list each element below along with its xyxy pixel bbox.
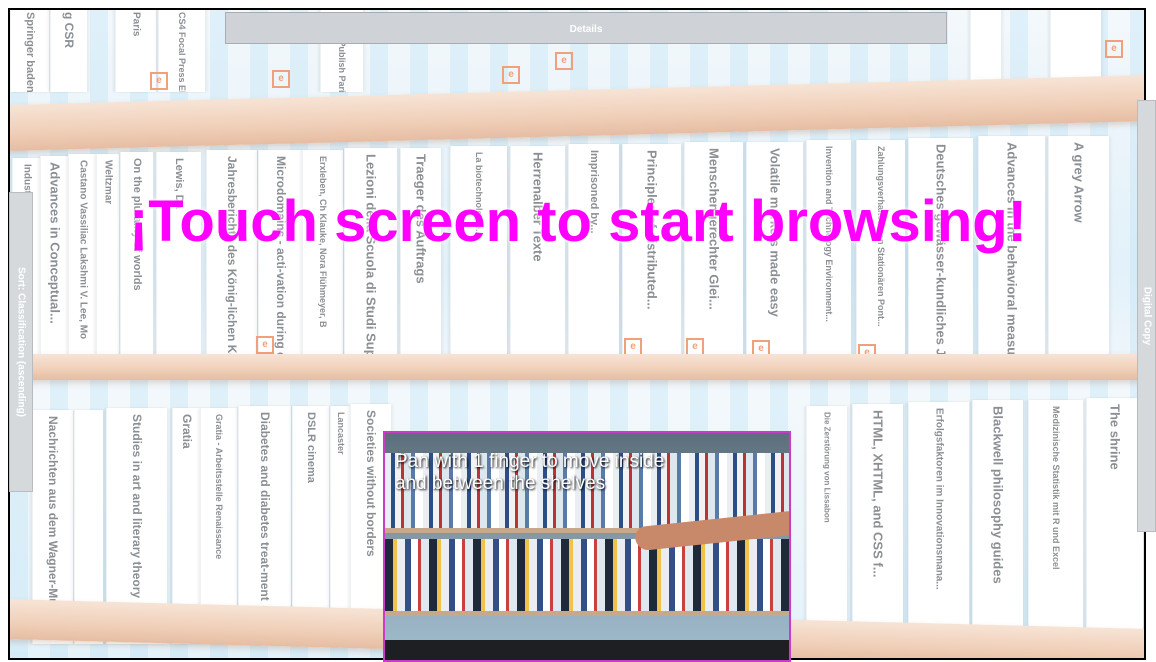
shelf-board-middle [10,354,1144,380]
book-spine[interactable]: Die Zerstörung von Lissabon [806,406,847,644]
ebook-icon: e [1105,40,1123,58]
book-title: Nachrichten aus dem Wagner-Muse... [46,416,60,629]
digital-copy-tab[interactable]: Digital Copy [1137,100,1156,532]
video-caption-line: Pan with 1 finger to move inside [395,451,665,472]
book-spine[interactable]: g CSR [50,10,87,92]
book-spine[interactable]: Microdomains - acti-vation during cytosi… [258,150,303,362]
book-title: Blackwell philosophy guides [990,406,1006,584]
book-spine[interactable]: Medizinische Statistik mit R und Excel [1028,400,1083,644]
book-title: Lezioni della Scuola di Studi Superiori … [363,154,379,362]
book-title: Diabetes and diabetes treat-ment [258,412,272,601]
book-spine[interactable]: Advances in Conceptual... [40,156,69,361]
ebook-icon: e [272,70,290,88]
book-title: Paris [130,12,142,37]
book-spine[interactable]: Springer baden [10,10,49,92]
book-title: CS4 Focal Press Elsevier : Amsterdam [177,12,187,92]
book-title: Jahresberichte des König-lichen Katholis… [225,156,239,362]
book-title: DSLR cinema [305,412,317,483]
ebook-icon: e [256,336,274,354]
book-title: HTML, XHTML, and CSS f... [870,410,886,578]
book-spine[interactable]: Erxleben, Ch Klauke, Nora Flühmeyer, B [302,150,343,362]
video-shelf [385,611,789,616]
details-button[interactable]: Details [225,12,947,44]
sort-tab-label: Sort: Classification (ascending) [15,266,27,418]
book-title: g CSR [62,12,76,48]
book-spine[interactable]: Erfolgsfaktoren im Innovationsmana... [908,402,969,644]
book-title: Die Zerstörung von Lissabon [822,412,832,523]
book-spine[interactable]: Blackwell philosophy guides [972,400,1023,644]
book-spine[interactable]: The shrine [1086,398,1143,644]
book-title: The shrine [1107,404,1123,470]
book-title: Gratia - Arbeitsstelle Renaissance [214,414,224,560]
book-title: Gratia [180,414,194,449]
book-spine[interactable]: Weltzmar [96,154,119,362]
video-taskbar [385,640,789,660]
tutorial-video[interactable]: Pan with 1 finger to move inside and bet… [383,431,791,662]
book-spine[interactable]: HTML, XHTML, and CSS f... [852,404,903,644]
book-title: Studies in art and literary theory [130,414,144,599]
book-title: Erfolgsfaktoren im Innovationsmana... [933,408,945,590]
book-title: Medizinische Statistik mit R und Excel [1051,406,1061,570]
book-spine[interactable]: Lezioni della Scuola di Studi Superiori … [344,148,397,362]
ebook-icon: e [502,66,520,84]
details-button-label: Details [569,24,603,35]
book-title: Microdomains - acti-vation during cytosi… [274,156,288,362]
video-books-bottom [385,539,789,611]
book-spine[interactable]: Castano Vassiliac Lakshmi V. Lee, Mo [68,154,97,362]
book-spine[interactable]: On the plurality of worlds [120,152,153,362]
digital-copy-tab-label: Digital Copy [1141,286,1152,346]
book-title: Societies without borders [364,410,378,557]
video-caption-line: and between the shelves [395,473,606,494]
start-browsing-headline: ¡Touch screen to start browsing! [128,189,1027,254]
book-spine[interactable]: Jahresberichte des König-lichen Katholis… [206,150,257,362]
book-spine[interactable]: Traeger des Auftrags [400,148,441,362]
book-title: Lancaster [336,412,346,455]
book-spine[interactable]: Lewis, Da [156,152,201,362]
ebook-icon: e [150,72,168,90]
book-title: Springer baden [24,12,36,92]
ebook-icon: e [555,52,573,70]
video-caption: Pan with 1 finger to move inside and bet… [395,451,664,495]
